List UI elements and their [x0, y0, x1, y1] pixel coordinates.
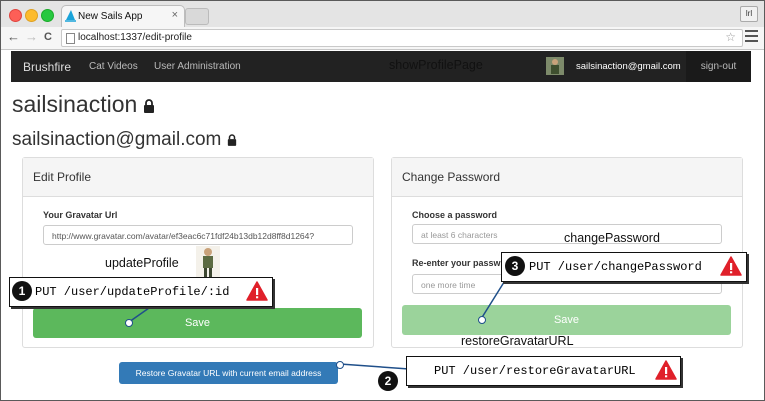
- lock-icon: [228, 134, 237, 146]
- navbar-user-email[interactable]: sailsinaction@gmail.com: [576, 61, 681, 72]
- reenter-password-label: Re-enter your passw: [412, 258, 501, 268]
- app-navbar: Brushfire Cat Videos User Administration…: [11, 51, 751, 82]
- edit-profile-panel-header: Edit Profile: [23, 158, 373, 197]
- page-subtitle-email: sailsinaction@gmail.com: [12, 129, 237, 151]
- minimize-window-button[interactable]: [25, 9, 38, 22]
- choose-password-label: Choose a password: [412, 210, 498, 220]
- warning-icon: [246, 281, 268, 301]
- gravatar-preview-image: [196, 246, 220, 278]
- warning-icon: [720, 256, 742, 276]
- callout-number: 3: [505, 256, 525, 276]
- bookmark-star-icon[interactable]: ☆: [725, 30, 736, 44]
- browser-menu-icon[interactable]: [745, 30, 758, 45]
- new-tab-button[interactable]: [185, 8, 209, 25]
- callout-route: PUT /user/restoreGravatarURL: [434, 364, 636, 378]
- warning-icon: [655, 360, 677, 380]
- connector-dot: [336, 361, 344, 369]
- connector-dot: [125, 319, 133, 327]
- callout-route: PUT /user/changePassword: [529, 260, 702, 274]
- back-arrow-icon[interactable]: ←: [7, 29, 20, 44]
- gravatar-url-label: Your Gravatar Url: [43, 210, 118, 220]
- url-input[interactable]: localhost:1337/edit-profile ☆: [61, 29, 743, 47]
- save-password-button[interactable]: Save: [402, 305, 731, 335]
- address-bar: ← → C localhost:1337/edit-profile ☆: [1, 27, 764, 50]
- browser-profile-badge[interactable]: lrl: [740, 6, 758, 22]
- callout-route: PUT /user/updateProfile/:id: [35, 285, 230, 299]
- username-text: sailsinaction: [12, 91, 138, 117]
- lock-icon: [144, 99, 155, 113]
- close-window-button[interactable]: [9, 9, 22, 22]
- tab-close-icon[interactable]: ×: [172, 9, 178, 21]
- nav-link-user-administration[interactable]: User Administration: [154, 61, 241, 72]
- edit-profile-title: Edit Profile: [33, 170, 92, 184]
- tab-bar: New Sails App × lrl: [1, 1, 764, 28]
- connector-dot: [478, 316, 486, 324]
- browser-window: New Sails App × lrl ← → C localhost:1337…: [0, 0, 765, 401]
- tab-title: New Sails App: [78, 11, 143, 22]
- reload-icon[interactable]: C: [44, 31, 52, 43]
- annotation-change-password: changePassword: [564, 231, 660, 245]
- callout-update-profile: 1 PUT /user/updateProfile/:id: [9, 277, 273, 307]
- annotation-update-profile: updateProfile: [105, 256, 179, 270]
- forward-arrow-icon[interactable]: →: [25, 29, 38, 44]
- signout-link[interactable]: sign-out: [686, 51, 751, 82]
- callout-number-2: 2: [378, 371, 398, 391]
- page-icon: [66, 33, 75, 44]
- change-password-panel-header: Change Password: [392, 158, 742, 197]
- gravatar-url-input[interactable]: http://www.gravatar.com/avatar/ef3eac6c7…: [43, 225, 353, 245]
- navbar-avatar: [546, 57, 564, 75]
- email-text: sailsinaction@gmail.com: [12, 129, 222, 150]
- callout-change-password: 3 PUT /user/changePassword: [501, 252, 747, 282]
- callout-restore-gravatar: PUT /user/restoreGravatarURL: [406, 356, 681, 386]
- annotation-show-profile-page: showProfilePage: [389, 58, 483, 72]
- maximize-window-button[interactable]: [41, 9, 54, 22]
- sails-logo-icon: [65, 10, 76, 22]
- browser-tab[interactable]: New Sails App ×: [61, 5, 185, 28]
- save-profile-button[interactable]: Save: [33, 308, 362, 338]
- url-text: localhost:1337/edit-profile: [78, 32, 192, 43]
- page-title-username: sailsinaction: [12, 91, 155, 118]
- change-password-title: Change Password: [402, 170, 501, 184]
- nav-link-cat-videos[interactable]: Cat Videos: [89, 61, 138, 72]
- callout-number: 1: [12, 281, 32, 301]
- brand-link[interactable]: Brushfire: [23, 60, 71, 74]
- restore-gravatar-button[interactable]: Restore Gravatar URL with current email …: [119, 362, 338, 384]
- annotation-restore-gravatar-url: restoreGravatarURL: [461, 334, 574, 348]
